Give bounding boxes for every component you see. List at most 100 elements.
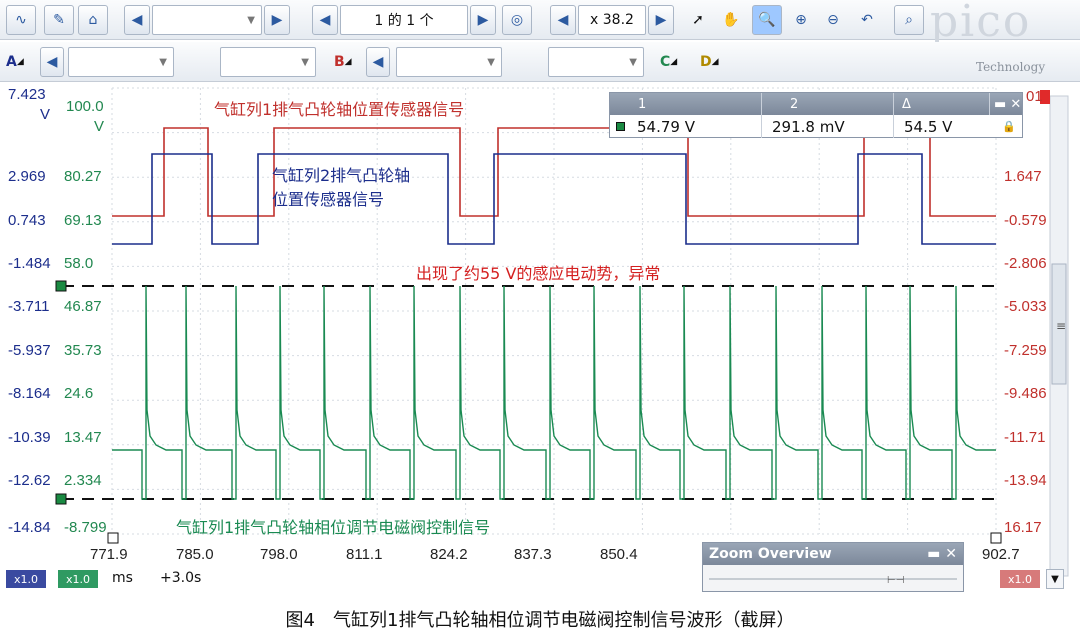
axis-a-tick: 0.743 [8,212,46,229]
green-trace-label: 气缸列1排气凸轮轴相位调节电磁阀控制信号 [176,518,491,537]
next-button[interactable]: ▶ [264,5,290,35]
axis-a-tick: 2.969 [8,168,46,185]
scroll-down-button[interactable]: ▼ [1046,569,1064,589]
page-indicator: 1 的 1 个 [340,5,468,35]
ruler-value-1: 54.79 V [637,117,695,136]
axis-b-tick: 2.334 [64,472,102,489]
axis-right-top: 01 [1026,88,1043,105]
lock-icon: 🔒 [1002,120,1016,133]
blue-trace-label-1: 气缸列2排气凸轮轴 [272,166,411,185]
channel-a-range[interactable]: ▼ [68,47,174,77]
ruler-delta-cell: 54.5 V 🔒 [894,115,1022,138]
axis-right-tick: -2.806 [1004,255,1047,272]
channel-a-coupling[interactable]: ▼ [220,47,316,77]
brand-subtitle: Technology [976,60,1046,74]
scroll-grip-icon: ≡ [1056,319,1066,333]
trace-red [112,127,996,217]
axis-a-tick: -10.39 [8,429,51,446]
main-toolbar: ∿ ✎ ⌂ ◀ ▼ ▶ ◀ 1 的 1 个 ▶ ◎ ◀ x 38.2 ▶ ➚ ✋… [0,0,1080,47]
axis-right-tick: -9.486 [1004,385,1047,402]
timebase-start-handle [107,532,119,544]
axis-b-tick: 35.73 [64,342,102,359]
pointer-icon[interactable]: ➚ [684,5,712,35]
axis-right-tick: -0.579 [1004,212,1047,229]
ruler-col-1: 1 [610,93,762,115]
red-trace-label: 气缸列1排气凸轮轴位置传感器信号 [214,100,465,119]
waveform-icon[interactable]: ∿ [6,5,36,35]
axis-a-tick: -1.484 [8,255,51,272]
view-select[interactable]: ▼ [152,5,262,35]
undo-zoom-icon[interactable]: ↶ [852,5,882,35]
axis-a-tick: -14.84 [8,519,51,536]
zoom-prev-button[interactable]: ◀ [550,5,576,35]
x-axis-tick: 837.3 [514,546,552,563]
channel-d-button[interactable]: D ◢ [700,47,719,77]
hand-icon[interactable]: ✋ [716,5,746,35]
home-icon[interactable]: ⌂ [78,5,108,35]
channel-a-prev[interactable]: ◀ [40,47,64,77]
channel-b-range[interactable]: ▼ [396,47,502,77]
axis-a-top: 7.423 [8,86,46,103]
ruler-col-delta: Δ [894,93,990,115]
scope-view[interactable]: ≡ 7.423 V 100.0 V 2.969 0.743 -1.484 -3.711… [0,84,1080,594]
timebase-end-handle [990,532,1002,544]
ruler-value-1-cell: 54.79 V [610,115,762,138]
zoom-next-button[interactable]: ▶ [648,5,674,35]
channel-a-button[interactable]: A ◢ [6,47,24,77]
channel-b-button[interactable]: B ◢ [334,47,352,77]
figure-caption: 图4 气缸列1排气凸轮轴相位调节电磁阀控制信号波形（截屏） [285,610,795,631]
ruler-1-handle [55,280,67,292]
page-prev-button[interactable]: ◀ [312,5,338,35]
x-axis-tick: 798.0 [260,546,298,563]
channel-toolbar: A ◢ ◀ ▼ ▼ B ◢ ◀ ▼ ▼ C ◢ D ◢ Technology [0,42,1080,82]
axis-right-tick: -7.259 [1004,342,1047,359]
ruler-window-controls[interactable]: ▬ ✕ [990,93,1022,115]
zoom-select-icon[interactable]: 🔍 [752,5,782,35]
ruler-panel[interactable]: 1 2 Δ ▬ ✕ 54.79 V 291.8 mV 54.5 V 🔒 [609,92,1023,138]
axis-b-tick: 13.47 [64,429,102,446]
time-unit: ms [112,570,133,586]
channel-a-scale-badge[interactable]: x1.0 [6,570,46,588]
zoom-in-icon[interactable]: ⊕ [786,5,816,35]
channel-b-coupling[interactable]: ▼ [548,47,644,77]
x-axis-tick: 902.7 [982,546,1020,563]
pen-icon[interactable]: ✎ [44,5,74,35]
x-axis-tick: 785.0 [176,546,214,563]
blue-trace-label-2: 位置传感器信号 [272,190,385,209]
axis-right-tick: 16.17 [1004,519,1042,536]
trace-green [112,285,996,500]
axis-b-top: 100.0 [66,98,104,115]
spike-annotation: 出现了约55 V的感应电动势，异常 [416,264,661,283]
axis-b-tick: 24.6 [64,385,94,402]
right-scale-badge[interactable]: x1.0 [1000,570,1040,588]
compass-icon[interactable]: ◎ [502,5,532,35]
ruler-value-2: 291.8 mV [762,115,894,138]
axis-a-unit: V [40,106,51,123]
axis-b-tick: 46.87 [64,298,102,315]
x-axis-tick: 824.2 [430,546,468,563]
axis-b-tick: 69.13 [64,212,102,229]
axis-a-tick: -12.62 [8,472,51,489]
time-offset: +3.0s [160,570,202,586]
axis-a-tick: -3.711 [8,298,50,315]
x-axis-tick: 850.4 [600,546,638,563]
x-axis-tick: 811.1 [346,546,383,563]
axis-b-tick: 58.0 [64,255,94,272]
zoom-overview-title: Zoom Overview [709,546,832,562]
channel-c-button[interactable]: C ◢ [660,47,677,77]
zoom-factor: x 38.2 [578,5,646,35]
ruler-2-handle [55,493,67,505]
zoom-overview-controls[interactable]: ▬ ✕ [927,546,957,562]
channel-b-scale-badge[interactable]: x1.0 [58,570,98,588]
status-bar: x1.0 x1.0 ms +3.0s x1.0 ▼ [0,568,1080,590]
zoom-100-icon[interactable]: ⌕ [894,5,924,35]
axis-a-tick: -8.164 [8,385,51,402]
x-axis-tick: 771.9 [90,546,128,563]
prev-button[interactable]: ◀ [124,5,150,35]
channel-b-prev[interactable]: ◀ [366,47,390,77]
brand-logo: pico [930,0,1032,47]
zoom-out-icon[interactable]: ⊖ [818,5,848,35]
scope-plot: ≡ [55,87,1069,577]
axis-b-tick: -8.799 [64,519,107,536]
page-next-button[interactable]: ▶ [470,5,496,35]
